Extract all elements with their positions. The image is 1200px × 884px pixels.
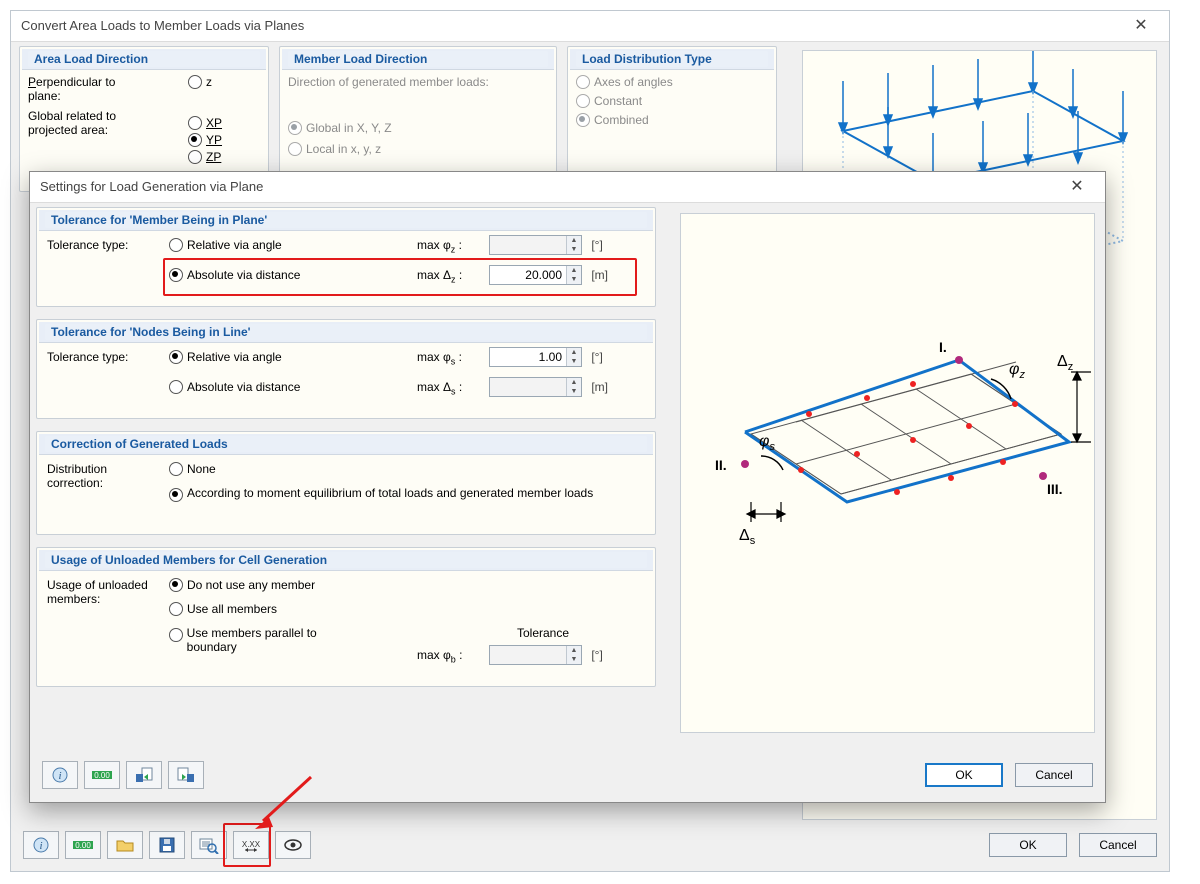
max-delta-z-input[interactable]: ▲▼	[489, 265, 582, 285]
label-III: III.	[1047, 481, 1063, 497]
radio-relative-angle-1[interactable]: Relative via angle	[169, 238, 282, 252]
max-phi-b-input: ▲▼	[489, 645, 582, 665]
close-icon[interactable]: ✕	[1121, 11, 1161, 41]
max-delta-s-input: ▲▼	[489, 377, 582, 397]
copy-in-icon[interactable]	[126, 761, 162, 789]
radio-local-xyz: Local in x, y, z	[288, 142, 381, 156]
radio-axes-angles: Axes of angles	[576, 75, 673, 89]
radio-correction-equilibrium[interactable]: According to moment equilibrium of total…	[169, 486, 593, 502]
radio-relative-angle-2[interactable]: Relative via angle	[169, 350, 282, 364]
inner-diagram-panel: φz Δz φs	[680, 213, 1095, 733]
outer-titlebar: Convert Area Loads to Member Loads via P…	[11, 11, 1169, 42]
close-icon[interactable]: ✕	[1057, 172, 1097, 202]
group-title: Usage of Unloaded Members for Cell Gener…	[45, 552, 647, 568]
member-dir-hint: Direction of generated member loads:	[288, 75, 548, 89]
unit-deg: [°]	[591, 350, 602, 364]
svg-text:0.00: 0.00	[75, 841, 91, 850]
radio-absolute-distance-1[interactable]: Absolute via distance	[169, 268, 300, 282]
radio-global-xyz: Global in X, Y, Z	[288, 121, 392, 135]
radio-constant: Constant	[576, 94, 642, 108]
max-delta-z-input-wrap: ▲▼ [m]	[489, 265, 608, 285]
unit-m: [m]	[591, 380, 608, 394]
distribution-correction-label: Distribution correction:	[47, 462, 157, 490]
inner-bottom-bar: i 0.00 OK Cancel	[42, 760, 1093, 790]
max-phi-s-input[interactable]: ▲▼	[489, 347, 582, 367]
label-phi-z: φz	[1009, 361, 1025, 381]
group-tolerance-member-plane: Tolerance for 'Member Being in Plane' To…	[36, 207, 656, 307]
radio-usage-none[interactable]: Do not use any member	[169, 578, 315, 592]
group-title: Tolerance for 'Member Being in Plane'	[45, 212, 647, 228]
radio-usage-parallel[interactable]: Use members parallel to boundary	[169, 626, 365, 654]
group-title: Correction of Generated Loads	[45, 436, 647, 452]
group-usage-unloaded-members: Usage of Unloaded Members for Cell Gener…	[36, 547, 656, 687]
precision-icon[interactable]: X.XX	[233, 831, 269, 859]
max-phi-z-input-wrap: ▲▼ [°]	[489, 235, 603, 255]
label-I: I.	[939, 339, 947, 355]
help-icon[interactable]: i	[23, 831, 59, 859]
max-phi-z-input: ▲▼	[489, 235, 582, 255]
zero-dec-icon[interactable]: 0.00	[84, 761, 120, 789]
help-icon[interactable]: i	[42, 761, 78, 789]
inner-titlebar: Settings for Load Generation via Plane ✕	[30, 172, 1105, 203]
outer-ok-button[interactable]: OK	[989, 833, 1067, 857]
svg-text:X.XX: X.XX	[242, 840, 261, 849]
max-phi-s-label: max φs :	[417, 350, 462, 366]
radio-correction-none[interactable]: None	[169, 462, 216, 476]
max-phi-b-label: max φb :	[417, 648, 462, 664]
svg-text:0.00: 0.00	[94, 771, 110, 780]
inner-ok-button[interactable]: OK	[925, 763, 1003, 787]
inner-body: Tolerance for 'Member Being in Plane' To…	[30, 203, 1105, 802]
save-icon[interactable]	[149, 831, 185, 859]
radio-zp[interactable]: ZP	[188, 150, 221, 164]
group-title: Member Load Direction	[288, 51, 548, 67]
radio-combined: Combined	[576, 113, 649, 127]
usage-unloaded-label: Usage of unloaded members:	[47, 578, 157, 606]
group-title: Area Load Direction	[28, 51, 260, 67]
radio-yp[interactable]: YP	[188, 133, 222, 147]
max-phi-z-label: max φz :	[417, 238, 462, 254]
copy-out-icon[interactable]	[168, 761, 204, 789]
label-II: II.	[715, 457, 727, 473]
label-delta-s: Δs	[739, 527, 756, 547]
unit-m: [m]	[591, 268, 608, 282]
unit-deg: [°]	[591, 238, 602, 252]
outer-bottom-bar: i 0.00 X.XX OK Cancel	[23, 829, 1157, 861]
radio-xp[interactable]: XP	[188, 116, 222, 130]
inner-cancel-button[interactable]: Cancel	[1015, 763, 1093, 787]
radio-z[interactable]: z	[188, 75, 212, 89]
radio-usage-all[interactable]: Use all members	[169, 602, 277, 616]
max-delta-s-label: max Δs :	[417, 380, 462, 396]
tolerance-header: Tolerance	[517, 626, 569, 640]
max-delta-z-label: max Δz :	[417, 268, 462, 284]
inspect-icon[interactable]	[191, 831, 227, 859]
group-tolerance-nodes-line: Tolerance for 'Nodes Being in Line' Tole…	[36, 319, 656, 419]
group-correction-loads: Correction of Generated Loads Distributi…	[36, 431, 656, 535]
svg-text:i: i	[39, 840, 42, 852]
inner-dialog: Settings for Load Generation via Plane ✕…	[29, 171, 1106, 803]
group-title: Load Distribution Type	[576, 51, 768, 67]
group-title: Tolerance for 'Nodes Being in Line'	[45, 324, 647, 340]
zero-dec-icon[interactable]: 0.00	[65, 831, 101, 859]
svg-text:i: i	[58, 770, 61, 782]
open-icon[interactable]	[107, 831, 143, 859]
outer-title: Convert Area Loads to Member Loads via P…	[21, 18, 304, 33]
inner-tolerance-diagram: φz Δz φs	[681, 214, 1094, 732]
inner-title: Settings for Load Generation via Plane	[40, 179, 263, 194]
outer-dialog: Convert Area Loads to Member Loads via P…	[10, 10, 1170, 872]
unit-deg: [°]	[591, 648, 602, 662]
radio-absolute-distance-2[interactable]: Absolute via distance	[169, 380, 300, 394]
outer-cancel-button[interactable]: Cancel	[1079, 833, 1157, 857]
label-delta-z: Δz	[1057, 353, 1073, 373]
tolerance-type-label-2: Tolerance type:	[47, 350, 128, 364]
eye-icon[interactable]	[275, 831, 311, 859]
tolerance-type-label: Tolerance type:	[47, 238, 128, 252]
